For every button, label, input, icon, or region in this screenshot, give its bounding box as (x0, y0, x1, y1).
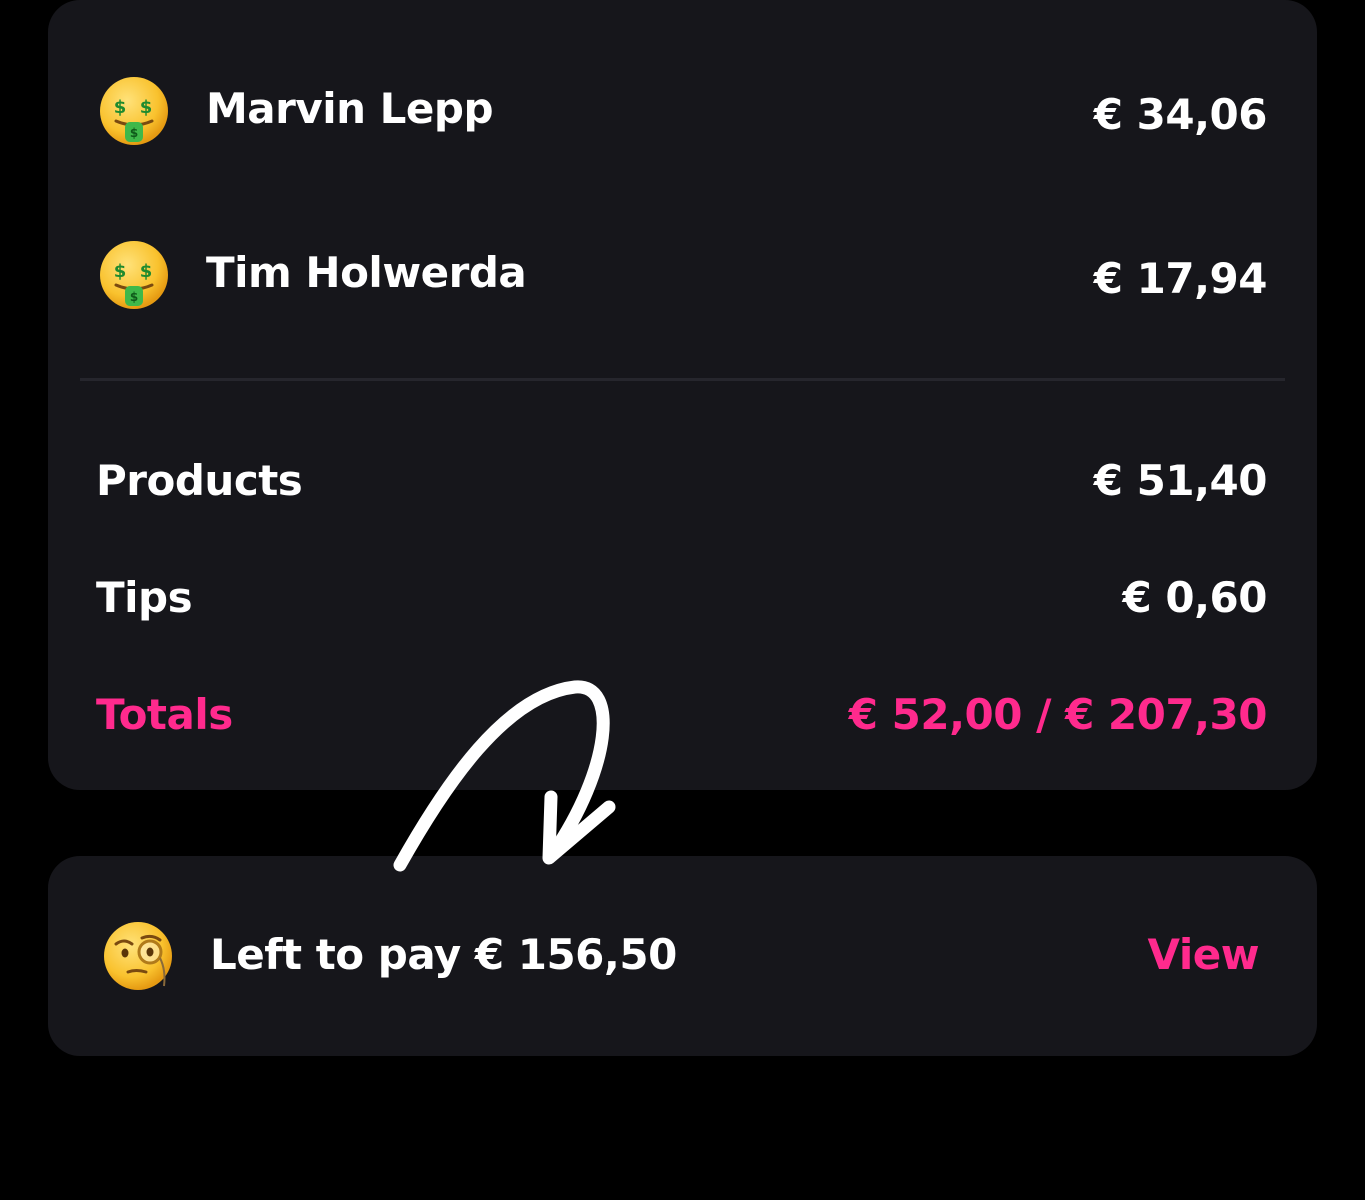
svg-text:$: $ (130, 126, 138, 140)
divider (80, 378, 1285, 381)
svg-text:$: $ (140, 97, 153, 118)
payment-summary-card: $ $ $ Marvin Lepp € 34,06 $ $ $ Tim Holw… (48, 0, 1317, 790)
tips-label: Tips (96, 573, 193, 622)
person-row: $ $ $ Marvin Lepp € 34,06 (48, 66, 1317, 156)
tips-value: € 0,60 (1122, 573, 1268, 622)
left-to-pay-text: Left to pay € 156,50 (210, 930, 677, 979)
money-mouth-face-icon: $ $ $ (100, 241, 168, 309)
products-value: € 51,40 (1093, 456, 1268, 505)
totals-label: Totals (96, 690, 233, 739)
svg-text:$: $ (130, 290, 138, 304)
person-amount: € 34,06 (1093, 90, 1268, 139)
left-to-pay-card[interactable]: Left to pay € 156,50 View (48, 856, 1317, 1056)
person-row: $ $ $ Tim Holwerda € 17,94 (48, 230, 1317, 320)
face-with-monocle-icon (104, 922, 172, 990)
tips-row: Tips € 0,60 (96, 573, 1268, 633)
person-name: Tim Holwerda (206, 248, 527, 297)
person-name: Marvin Lepp (206, 84, 494, 133)
totals-value: € 52,00 / € 207,30 (848, 690, 1268, 739)
view-button[interactable]: View (1148, 930, 1260, 979)
svg-text:$: $ (140, 261, 153, 282)
svg-text:$: $ (114, 97, 127, 118)
person-amount: € 17,94 (1093, 254, 1268, 303)
products-label: Products (96, 456, 303, 505)
totals-row: Totals € 52,00 / € 207,30 (96, 690, 1268, 750)
money-mouth-face-icon: $ $ $ (100, 77, 168, 145)
curved-arrow-icon (393, 680, 616, 872)
products-row: Products € 51,40 (96, 456, 1268, 516)
svg-text:$: $ (114, 261, 127, 282)
